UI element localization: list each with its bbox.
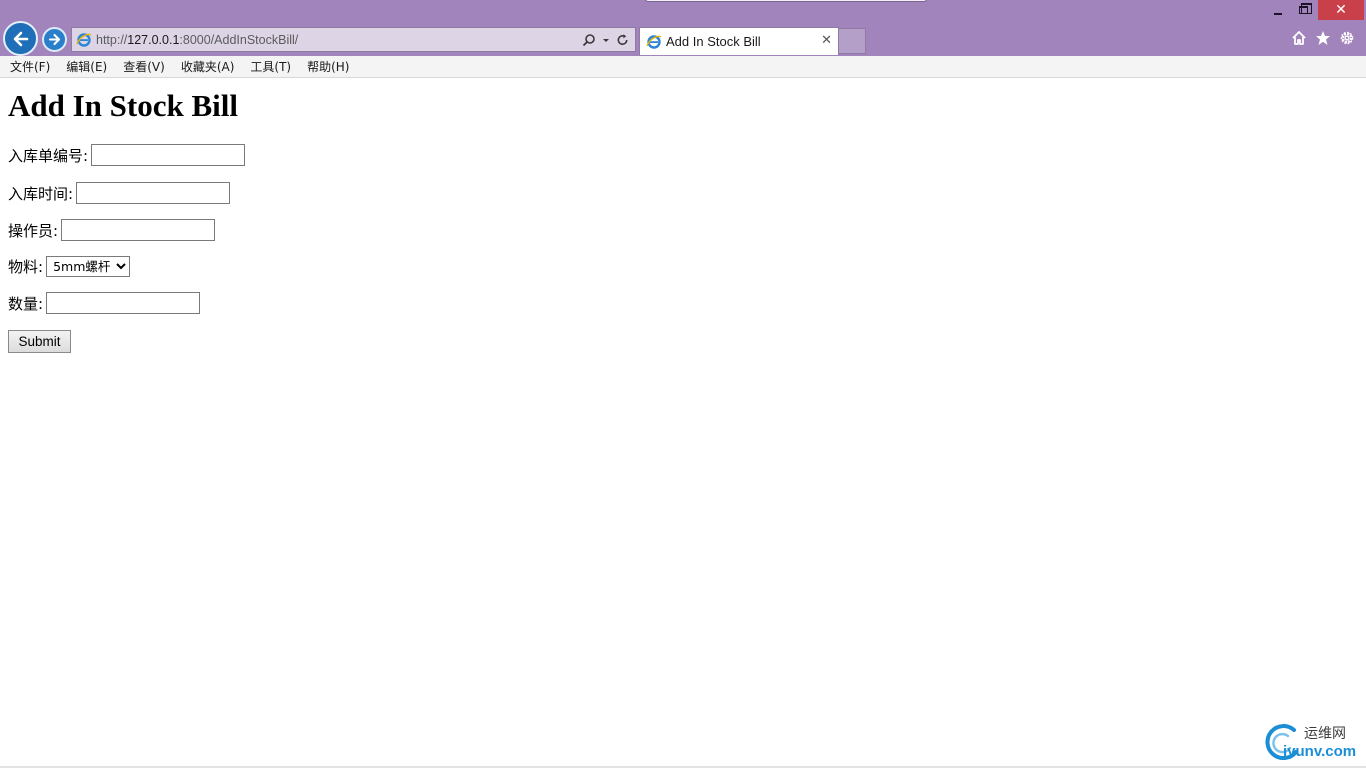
material-select[interactable]: 5mm螺杆 xyxy=(46,255,131,277)
back-button[interactable] xyxy=(3,21,38,56)
quantity-label: 数量: xyxy=(8,294,44,313)
back-icon xyxy=(13,31,28,46)
search-icon[interactable] xyxy=(582,33,596,47)
menu-view[interactable]: 查看(V) xyxy=(123,58,165,75)
close-icon: ✕ xyxy=(1335,2,1347,18)
menu-tools[interactable]: 工具(T) xyxy=(250,58,291,75)
home-icon[interactable] xyxy=(1291,30,1307,46)
menu-bar: 文件(F) 编辑(E) 查看(V) 收藏夹(A) 工具(T) 帮助(H) xyxy=(0,56,1366,78)
forward-icon xyxy=(48,33,61,46)
menu-file[interactable]: 文件(F) xyxy=(10,58,50,75)
tab-add-in-stock-bill[interactable]: Add In Stock Bill ✕ xyxy=(639,27,839,55)
field-quantity-row: 数量: xyxy=(8,291,201,315)
toolbar-right xyxy=(1291,30,1355,46)
submit-button[interactable]: Submit xyxy=(8,330,71,353)
page-content: Add In Stock Bill 入库单编号: 入库时间: 操作员: 物料: … xyxy=(0,79,1366,768)
gear-icon[interactable] xyxy=(1339,30,1355,46)
minimize-button[interactable] xyxy=(1266,0,1290,20)
bill-no-label: 入库单编号: xyxy=(8,146,89,165)
close-window-button[interactable]: ✕ xyxy=(1318,0,1364,20)
minimize-icon xyxy=(1274,12,1282,15)
operator-input[interactable] xyxy=(61,219,216,241)
tab-title: Add In Stock Bill xyxy=(666,34,761,49)
watermark-cn-text: 运维网 xyxy=(1304,726,1346,742)
browser-titlebar: ✕ http://127.0.0.1:8000/AddInStockBill/ xyxy=(0,0,1366,56)
operator-label: 操作员: xyxy=(8,221,59,240)
field-bill-no-row: 入库单编号: xyxy=(8,143,246,167)
restore-icon xyxy=(1298,3,1312,14)
in-time-input[interactable] xyxy=(76,182,231,204)
dropdown-icon[interactable] xyxy=(602,33,610,47)
menu-edit[interactable]: 编辑(E) xyxy=(66,58,107,75)
menu-help[interactable]: 帮助(H) xyxy=(307,58,349,75)
favorites-icon[interactable] xyxy=(1315,30,1331,46)
ie-logo-icon xyxy=(76,32,92,47)
restore-button[interactable] xyxy=(1291,0,1315,20)
address-url[interactable]: http://127.0.0.1:8000/AddInStockBill/ xyxy=(96,33,298,47)
refresh-icon[interactable] xyxy=(616,33,629,47)
field-operator-row: 操作员: xyxy=(8,218,216,242)
quantity-input[interactable] xyxy=(46,292,201,314)
field-material-row: 物料: 5mm螺杆 xyxy=(8,254,131,278)
page-title: Add In Stock Bill xyxy=(8,88,239,123)
forward-button[interactable] xyxy=(42,27,67,52)
material-label: 物料: xyxy=(8,257,44,276)
address-tools xyxy=(582,31,629,49)
watermark-logo: 运维网 iyunv.com xyxy=(1262,722,1362,762)
title-notch xyxy=(645,0,927,2)
menu-favorites[interactable]: 收藏夹(A) xyxy=(181,58,235,75)
address-bar[interactable]: http://127.0.0.1:8000/AddInStockBill/ xyxy=(71,27,636,52)
field-in-time-row: 入库时间: xyxy=(8,181,231,205)
bill-no-input[interactable] xyxy=(91,144,246,166)
new-tab-button[interactable] xyxy=(839,28,866,54)
ie-logo-icon xyxy=(646,34,662,49)
in-time-label: 入库时间: xyxy=(8,184,74,203)
tab-close-icon[interactable]: ✕ xyxy=(821,33,832,48)
watermark-en-text: iyunv.com xyxy=(1283,743,1357,760)
